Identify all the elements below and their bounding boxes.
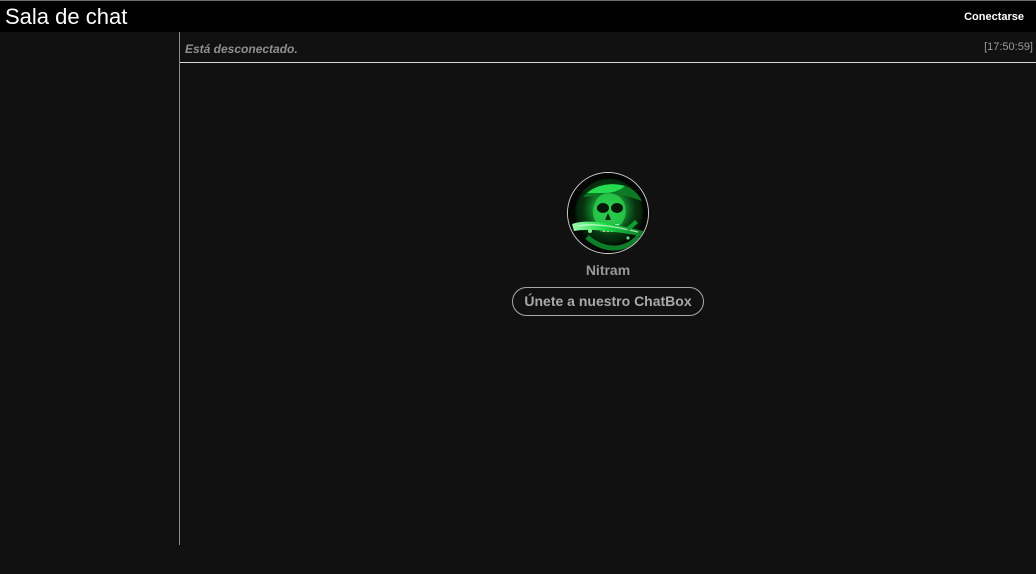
connection-status-text: Está desconectado.	[185, 42, 298, 56]
green-skull-pirate-icon	[568, 173, 648, 253]
connect-link[interactable]: Conectarse	[964, 10, 1024, 24]
page-title: Sala de chat	[5, 4, 128, 29]
chat-page: Sala de chat Conectarse Está desconectad…	[0, 0, 1036, 574]
status-timestamp: [17:50:59]	[984, 41, 1033, 53]
sidebar-panel	[0, 32, 179, 545]
avatar	[567, 172, 649, 254]
chat-panel: Está desconectado. [17:50:59] Nitram Úne…	[179, 32, 1036, 545]
user-name: Nitram	[585, 262, 631, 278]
join-chatbox-button[interactable]: Únete a nuestro ChatBox	[512, 287, 704, 316]
top-bar: Sala de chat Conectarse	[0, 0, 1036, 32]
chat-welcome-card: Nitram Únete a nuestro ChatBox	[508, 172, 708, 316]
status-bar: Está desconectado. [17:50:59]	[180, 32, 1036, 63]
